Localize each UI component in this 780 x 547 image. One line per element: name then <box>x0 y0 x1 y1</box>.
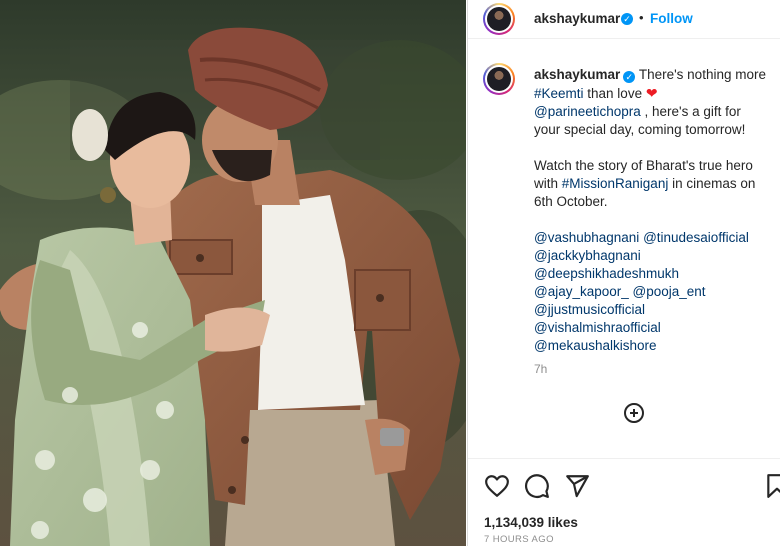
post-caption: akshaykumar ✓ There's nothing more #Keemt… <box>534 66 779 355</box>
caption-text: , here's a gift for <box>640 104 741 119</box>
hashtag-keemti[interactable]: #Keemti <box>534 86 584 101</box>
red-heart-emoji: ❤ <box>645 85 658 101</box>
post-photo[interactable] <box>0 0 466 546</box>
mention-link[interactable]: @tinudesaiofficial <box>643 230 749 245</box>
mention-link[interactable]: @ajay_kapoor_ <box>534 284 629 299</box>
caption-text: Watch the story of Bharat's true hero <box>534 158 753 173</box>
follow-button[interactable]: Follow <box>650 11 693 26</box>
mention-link[interactable]: @vashubhagnani <box>534 230 639 245</box>
separator-dot: • <box>639 10 644 25</box>
author-avatar[interactable] <box>483 3 515 35</box>
caption-text: 6th October. <box>534 194 608 209</box>
caption-text: There's nothing more <box>638 67 766 82</box>
caption-text: in cinemas on <box>668 176 756 191</box>
like-count[interactable]: 1,134,039 likes <box>484 515 578 530</box>
mention-link[interactable]: @jackkybhagnani <box>534 248 641 263</box>
mention-parineetichopra[interactable]: @parineetichopra <box>534 104 641 119</box>
comment-icon[interactable] <box>524 473 550 499</box>
mention-link[interactable]: @mekaushalkishore <box>534 338 657 353</box>
mention-link[interactable]: @pooja_ent <box>633 284 706 299</box>
heart-icon[interactable] <box>484 473 510 499</box>
caption-text: than love <box>583 86 646 101</box>
post-header: akshaykumar ✓ • Follow <box>468 0 780 39</box>
share-icon[interactable] <box>564 473 590 499</box>
bookmark-icon[interactable] <box>764 473 780 499</box>
hashtag-missionraniganj[interactable]: #MissionRaniganj <box>562 176 669 191</box>
caption-verified-badge-icon: ✓ <box>623 71 636 83</box>
author-username[interactable]: akshaykumar <box>534 11 620 26</box>
mention-link[interactable]: @vishalmishraofficial <box>534 320 661 335</box>
post-panel: akshaykumar ✓ • Follow akshaykumar ✓ Ther… <box>467 0 780 546</box>
mention-link[interactable]: @deepshikhadeshmukh <box>534 266 679 281</box>
post-actions: 1,134,039 likes 7 HOURS AGO <box>468 458 780 547</box>
post-photo-illustration <box>0 0 466 546</box>
caption-timestamp: 7h <box>534 362 548 376</box>
caption-text: with <box>534 176 562 191</box>
verified-badge-icon: ✓ <box>621 13 633 25</box>
mention-link[interactable]: @jjustmusicofficial <box>534 302 645 317</box>
plus-circle-icon[interactable] <box>624 403 644 423</box>
caption-author-username[interactable]: akshaykumar <box>534 67 620 82</box>
post-timestamp: 7 HOURS AGO <box>484 534 554 545</box>
caption-author-avatar[interactable] <box>483 63 515 95</box>
caption-text: your special day, coming tomorrow! <box>534 122 746 137</box>
